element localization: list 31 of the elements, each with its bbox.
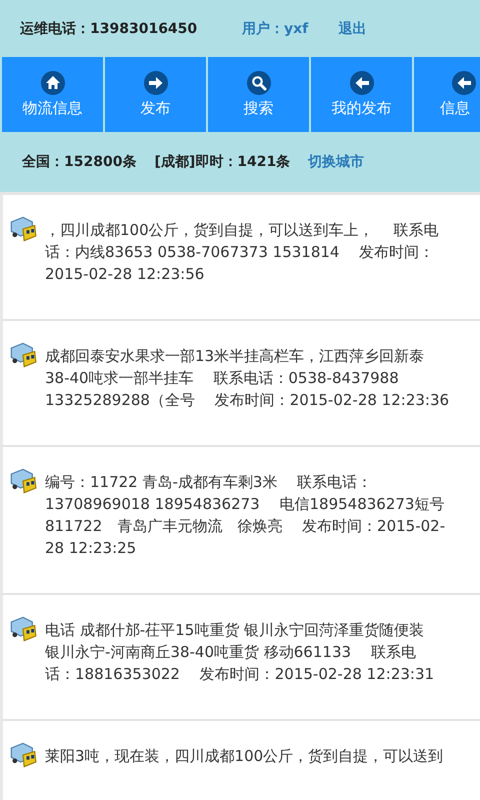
nav-button[interactable]: 搜索 (208, 57, 309, 132)
listing-card[interactable]: 电话 成都什邡-茌平15吨重货 银川永宁回菏泽重货随便装 银川永宁-河南商丘38-40吨重货 移动661133 联系电 话：18816353022 发布时间：2015-02-28 12:23:31 (0, 595, 480, 721)
arrow-right-icon (144, 71, 168, 95)
truck-icon (9, 467, 37, 495)
truck-icon (9, 341, 37, 369)
listing-card[interactable]: 编号：11722 青岛-成都有车剩3米 联系电话： 13708969018 18954836273 电信18954836273短号 811722 青岛广丰元物流 徐焕亮 发布时间：2015-02- 28 12:23:25 (0, 447, 480, 595)
hotline-text: 运维电话：13983016450 (20, 20, 198, 38)
listing-card[interactable]: 莱阳3吨，现在装，四川成都100公斤，货到自提，可以送到 (0, 721, 480, 800)
arrow-left-icon (350, 71, 374, 95)
listing-text: 成都回泰安水果求一部13米半挂高栏车，江西萍乡回新泰 38-40吨求一部半挂车 联系电话：0538-8437988 13325289288（全号 发布时间：2015-02-28 12:23:36 (45, 346, 450, 411)
nav-button[interactable]: 物流信息 (2, 57, 103, 132)
nav-button[interactable]: 我的发布 (311, 57, 412, 132)
city-count: [成都]即时：1421条 (154, 153, 290, 171)
nav-button[interactable]: 信息 (414, 57, 480, 132)
listing-text: 莱阳3吨，现在装，四川成都100公斤，货到自提，可以送到 (45, 746, 444, 767)
listing-text: ，四川成都100公斤，货到自提，可以送到车上， 联系电 话：内线83653 0538-7067373 1531814 发布时间： 2015-02-28 12:23:56 (45, 220, 438, 285)
search-icon (246, 71, 270, 95)
user-link[interactable]: 用户：yxf (242, 20, 308, 38)
truck-icon (9, 215, 37, 243)
nav-button[interactable]: 发布 (105, 57, 206, 132)
listing-text: 电话 成都什邡-茌平15吨重货 银川永宁回菏泽重货随便装 银川永宁-河南商丘38-40吨重货 移动661133 联系电 话：18816353022 发布时间：2015-02-28 12:23:31 (45, 620, 434, 685)
home-icon (40, 71, 64, 95)
truck-icon (9, 741, 37, 769)
logout-link[interactable]: 退出 (338, 20, 366, 38)
arrow-left-icon (452, 71, 476, 95)
listing-card[interactable]: ，四川成都100公斤，货到自提，可以送到车上， 联系电 话：内线83653 0538-7067373 1531814 发布时间： 2015-02-28 12:23:56 (0, 195, 480, 321)
national-count: 全国：152800条 (22, 153, 136, 171)
switch-city-link[interactable]: 切换城市 (308, 153, 364, 171)
truck-icon (9, 615, 37, 643)
listing-text: 编号：11722 青岛-成都有车剩3米 联系电话： 13708969018 18954836273 电信18954836273短号 811722 青岛广丰元物流 徐焕亮 发布时间：2015-02- 28 12:23:25 (45, 472, 446, 559)
listing-card[interactable]: 成都回泰安水果求一部13米半挂高栏车，江西萍乡回新泰 38-40吨求一部半挂车 联系电话：0538-8437988 13325289288（全号 发布时间：2015-02-28 12:23:36 (0, 321, 480, 447)
